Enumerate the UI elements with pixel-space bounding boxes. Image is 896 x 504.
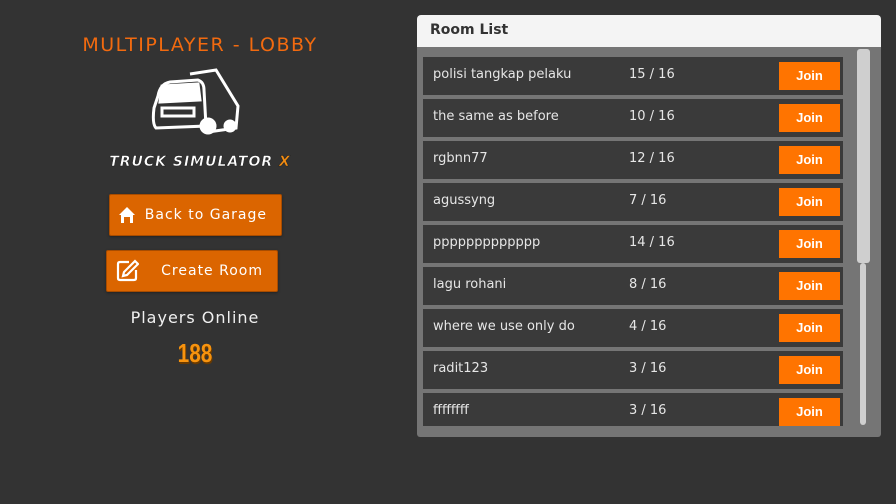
room-player-count: 3 / 16 <box>629 403 667 418</box>
home-icon <box>119 207 135 223</box>
room-name: rgbnn77 <box>433 151 488 166</box>
join-button[interactable]: Join <box>779 314 840 342</box>
room-name: radit123 <box>433 361 489 376</box>
room-player-count: 7 / 16 <box>629 193 667 208</box>
room-list-panel: polisi tangkap pelaku 15 / 16 Join the same… <box>417 47 881 437</box>
room-player-count: 8 / 16 <box>629 277 667 292</box>
room-list-title: Room List <box>417 15 881 47</box>
room-row: rgbnn77 12 / 16 Join <box>423 141 843 179</box>
brand-logo: TRUCK SIMULATOR X <box>109 154 291 171</box>
room-name: polisi tangkap pelaku <box>433 67 572 82</box>
scrollbar-track[interactable] <box>860 263 866 425</box>
room-name: agussyng <box>433 193 496 208</box>
room-player-count: 3 / 16 <box>629 361 667 376</box>
join-button[interactable]: Join <box>779 146 840 174</box>
room-name: lagu rohani <box>433 277 507 292</box>
room-row: the same as before 10 / 16 Join <box>423 99 843 137</box>
players-online-label: Players Online <box>130 308 260 327</box>
room-player-count: 12 / 16 <box>629 151 675 166</box>
join-button[interactable]: Join <box>779 272 840 300</box>
room-name: ffffffff <box>433 403 469 418</box>
players-online-count: 188 <box>177 338 213 368</box>
room-row: where we use only do 4 / 16 Join <box>423 309 843 347</box>
scrollbar-thumb[interactable] <box>857 49 870 263</box>
truck-logo-icon <box>151 68 240 135</box>
room-name: where we use only do <box>433 319 575 334</box>
room-player-count: 15 / 16 <box>629 67 675 82</box>
join-button[interactable]: Join <box>779 356 840 384</box>
join-button[interactable]: Join <box>779 230 840 258</box>
join-button[interactable]: Join <box>779 398 840 426</box>
room-row: ffffffff 3 / 16 Join <box>423 393 843 426</box>
edit-icon <box>116 259 139 282</box>
room-player-count: 4 / 16 <box>629 319 667 334</box>
join-button[interactable]: Join <box>779 62 840 90</box>
room-row: radit123 3 / 16 Join <box>423 351 843 389</box>
join-button[interactable]: Join <box>779 104 840 132</box>
room-row: agussyng 7 / 16 Join <box>423 183 843 221</box>
room-player-count: 14 / 16 <box>629 235 675 250</box>
back-to-garage-button[interactable]: Back to Garage <box>109 194 282 236</box>
join-button[interactable]: Join <box>779 188 840 216</box>
page-title: MULTIPLAYER - LOBBY <box>82 34 318 56</box>
create-room-button[interactable]: Create Room <box>106 250 278 292</box>
room-name: ppppppppppppp <box>433 235 541 250</box>
room-row: polisi tangkap pelaku 15 / 16 Join <box>423 57 843 95</box>
room-name: the same as before <box>433 109 559 124</box>
room-row: lagu rohani 8 / 16 Join <box>423 267 843 305</box>
room-player-count: 10 / 16 <box>629 109 675 124</box>
room-list[interactable]: polisi tangkap pelaku 15 / 16 Join the same… <box>423 57 843 426</box>
room-row: ppppppppppppp 14 / 16 Join <box>423 225 843 263</box>
